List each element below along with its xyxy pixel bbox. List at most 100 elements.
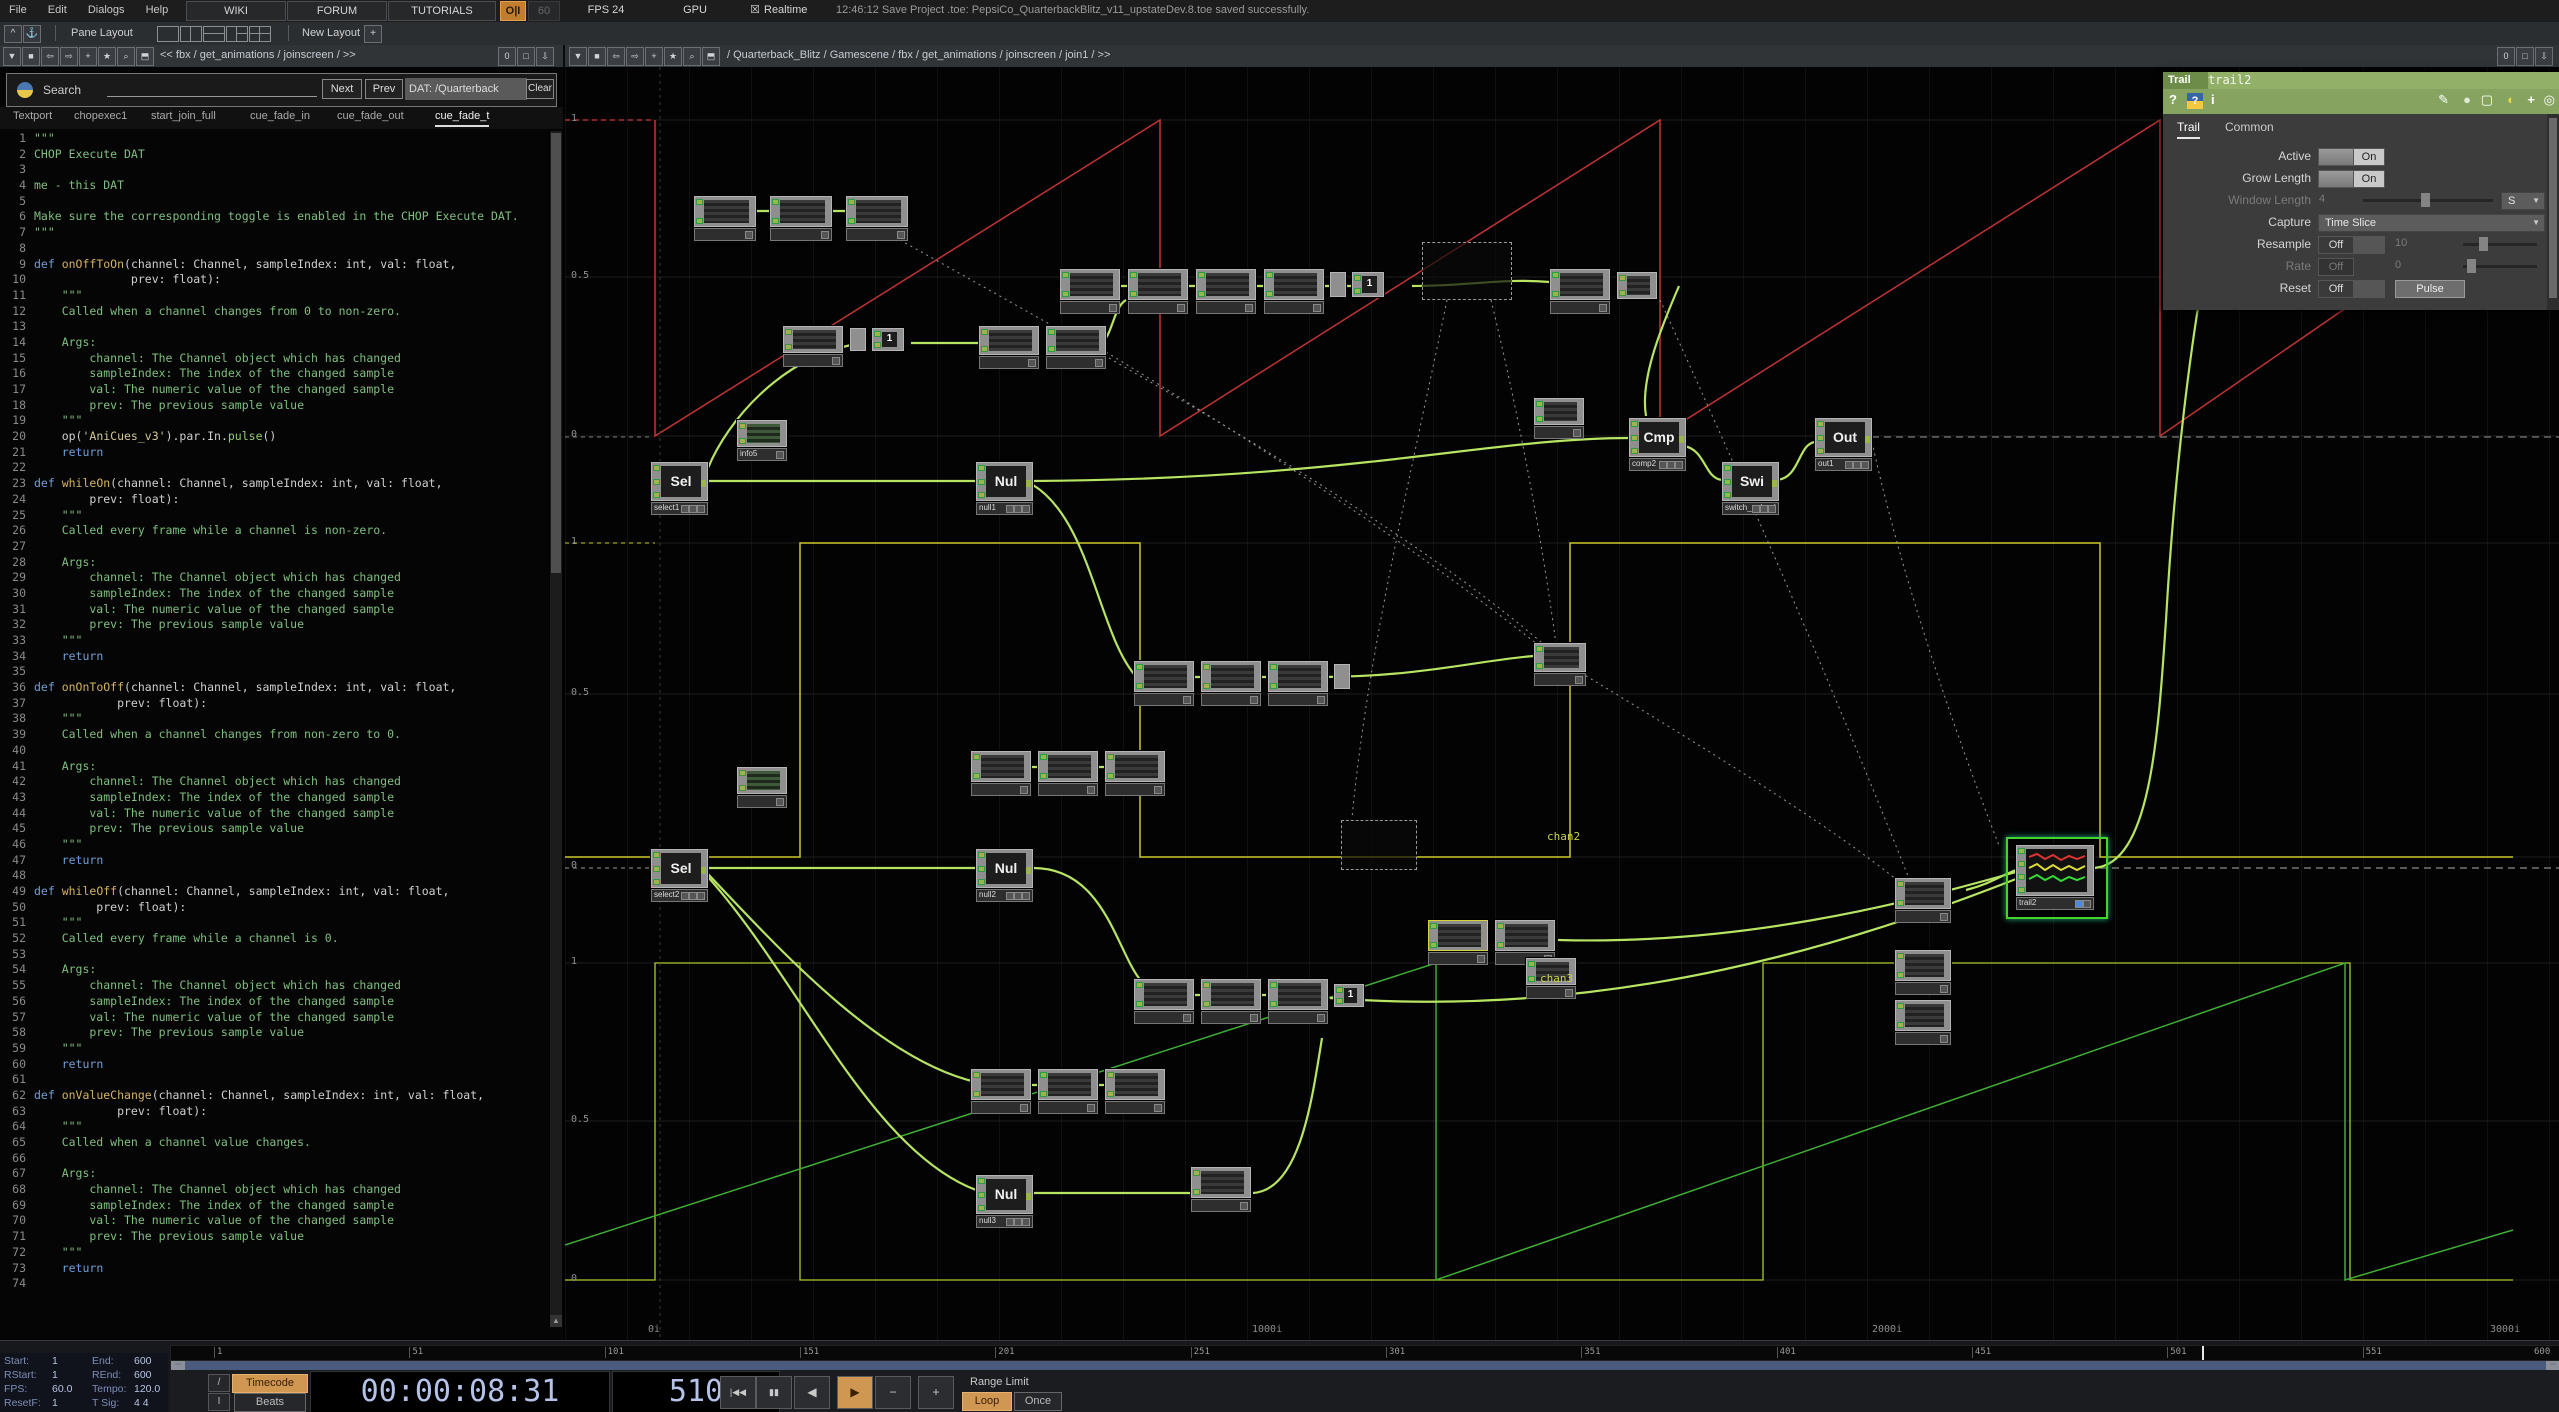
nav-forward-icon[interactable]: ⇨ <box>60 47 78 66</box>
menu-dialogs[interactable]: Dialogs <box>79 0 134 20</box>
tab-common[interactable]: Common <box>2225 120 2274 137</box>
node-small-v[interactable] <box>1534 398 1584 439</box>
layout-preset-hsplit[interactable] <box>203 26 225 42</box>
node-small-v[interactable] <box>1060 269 1120 314</box>
add-parameter-icon[interactable]: + <box>2527 92 2535 107</box>
node-small-pink[interactable] <box>1334 664 1350 689</box>
chop-node-select1[interactable]: Selselect1 <box>651 462 708 515</box>
network-path-breadcrumb[interactable]: / Quarterback_Blitz / Gamescene / fbx / … <box>727 49 1110 61</box>
node-small-v[interactable] <box>1201 661 1261 706</box>
python-help-icon[interactable]: ? <box>2187 93 2203 109</box>
target-icon[interactable]: ◎ <box>2544 92 2555 108</box>
node-small-v[interactable] <box>1268 661 1328 706</box>
layout-preset-3pane[interactable] <box>226 26 248 42</box>
chop-node-select2[interactable]: Selselect2 <box>651 849 708 902</box>
frame-slash-button[interactable]: / <box>208 1374 230 1392</box>
chop-node-trail2-selected[interactable]: trail2 <box>2016 845 2094 910</box>
node-small-v[interactable] <box>1134 661 1194 706</box>
pane-type-dropdown-icon[interactable]: ▼ <box>569 47 587 66</box>
node-small-v[interactable] <box>1895 950 1951 995</box>
resample-slider[interactable] <box>2463 243 2537 246</box>
operator-name-field[interactable]: trail2 <box>2208 72 2251 89</box>
layout-preset-single[interactable] <box>157 26 179 42</box>
new-layout-add-button[interactable]: + <box>364 25 382 43</box>
editor-scrollbar[interactable]: ▲ <box>549 131 562 1327</box>
node-small-v[interactable] <box>770 196 832 241</box>
resample-slider-thumb[interactable] <box>2479 237 2488 251</box>
chop-node-null3[interactable]: Nulnull3 <box>976 1175 1033 1228</box>
node-small-v[interactable] <box>1038 1069 1098 1114</box>
node-small-v[interactable] <box>979 326 1039 369</box>
range-end-handle[interactable]: ⋯ <box>2546 1361 2559 1370</box>
bookmark-icon[interactable]: ★ <box>664 47 682 66</box>
node-small-vy[interactable] <box>1428 920 1488 965</box>
node-small-v[interactable] <box>1191 1167 1251 1212</box>
dat-tab-cue_fade_out[interactable]: cue_fade_out <box>337 110 404 125</box>
search-prev-button[interactable]: Prev <box>365 79 403 99</box>
lock-icon[interactable]: ⬒ <box>136 47 154 66</box>
pane-float-icon[interactable]: □ <box>517 47 535 66</box>
once-button[interactable]: Once <box>1014 1392 1062 1411</box>
left-pane-path[interactable]: << fbx / get_animations / joinscreen / >… <box>160 49 356 61</box>
help-icon[interactable]: ? <box>2169 92 2177 107</box>
node-small-c1[interactable]: 1 <box>1334 984 1364 1007</box>
layout-preset-4pane[interactable] <box>249 26 271 42</box>
timeline-field-value[interactable]: 600 <box>134 1369 152 1381</box>
window-units-dropdown[interactable]: S▼ <box>2501 192 2545 210</box>
search-network-icon[interactable]: ⌕ <box>683 47 701 66</box>
collapse-icon[interactable]: ^ <box>4 25 22 43</box>
realtime-checkbox[interactable]: ☒ <box>748 1 762 19</box>
layout-preset-vsplit[interactable] <box>180 26 202 42</box>
nav-up-icon[interactable]: + <box>79 47 97 66</box>
grow-length-toggle[interactable] <box>2318 170 2354 188</box>
node-small-v[interactable] <box>1895 1000 1951 1045</box>
node-small-v[interactable] <box>1617 272 1657 299</box>
reset-pulse-button[interactable]: Pulse <box>2395 280 2465 298</box>
speed-minus-button[interactable]: − <box>875 1376 911 1409</box>
frame-i-button[interactable]: I <box>208 1393 230 1411</box>
dat-tab-Textport[interactable]: Textport <box>13 110 52 125</box>
speed-plus-button[interactable]: + <box>918 1376 954 1409</box>
node-small-v[interactable] <box>1105 751 1165 796</box>
node-small-c1[interactable]: 1 <box>1352 272 1384 297</box>
timeline-ruler[interactable]: 151101151201251301351401451501551600 <box>170 1345 2559 1361</box>
menu-file[interactable]: File <box>0 0 36 20</box>
range-start-handle[interactable]: ⋯ <box>171 1361 185 1370</box>
resample-toggle-slider[interactable] <box>2353 236 2385 254</box>
dat-tab-cue_fade_t[interactable]: cue_fade_t <box>435 110 489 127</box>
reset-toggle-slider[interactable] <box>2353 280 2385 298</box>
node-viewer-flagged[interactable] <box>1341 820 1417 870</box>
pane-collapse-icon[interactable]: ⇩ <box>536 47 554 66</box>
active-toggle[interactable] <box>2318 148 2354 166</box>
loop-button[interactable]: Loop <box>962 1392 1012 1411</box>
node-small-v[interactable] <box>1196 269 1256 314</box>
menu-help[interactable]: Help <box>137 0 178 20</box>
window-length-value[interactable]: 4 <box>2319 193 2325 205</box>
search-input[interactable] <box>107 96 317 97</box>
nav-up-icon[interactable]: + <box>645 47 663 66</box>
jump-to-start-button[interactable]: |◀◀ <box>720 1376 756 1409</box>
node-small-v[interactable] <box>1134 979 1194 1024</box>
edit-expressions-icon[interactable]: ✎ <box>2438 92 2449 108</box>
node-small-v[interactable] <box>1895 878 1951 923</box>
python-mode-icon[interactable]: ◐ <box>2507 92 2515 107</box>
node-small-pink[interactable] <box>1330 272 1346 297</box>
node-small-v[interactable] <box>1046 326 1106 369</box>
forum-button[interactable]: FORUM <box>287 1 387 21</box>
search-next-button[interactable]: Next <box>322 79 362 99</box>
pane-float-icon[interactable]: □ <box>2516 47 2534 66</box>
pane-maximize-icon[interactable]: ■ <box>588 47 606 66</box>
node-viewer-flagged[interactable] <box>1422 242 1512 300</box>
search-clear-button[interactable]: Clear <box>526 79 554 99</box>
node-small-v[interactable] <box>694 196 756 241</box>
pane-collapse-icon[interactable]: ⇩ <box>2535 47 2553 66</box>
anchor-icon[interactable]: ⚓ <box>23 25 41 43</box>
reset-off-toggle[interactable]: Off <box>2318 280 2354 298</box>
pane-maximize-icon[interactable]: ■ <box>22 47 40 66</box>
chop-node-out1[interactable]: Outout1 <box>1815 418 1872 471</box>
pause-button[interactable]: ▮▮ <box>756 1376 792 1409</box>
wiki-button[interactable]: WIKI <box>186 1 286 21</box>
chop-node-null1[interactable]: Nulnull1 <box>976 462 1033 515</box>
dat-tab-cue_fade_in[interactable]: cue_fade_in <box>250 110 310 125</box>
node-small-info[interactable]: info5 <box>737 420 787 461</box>
